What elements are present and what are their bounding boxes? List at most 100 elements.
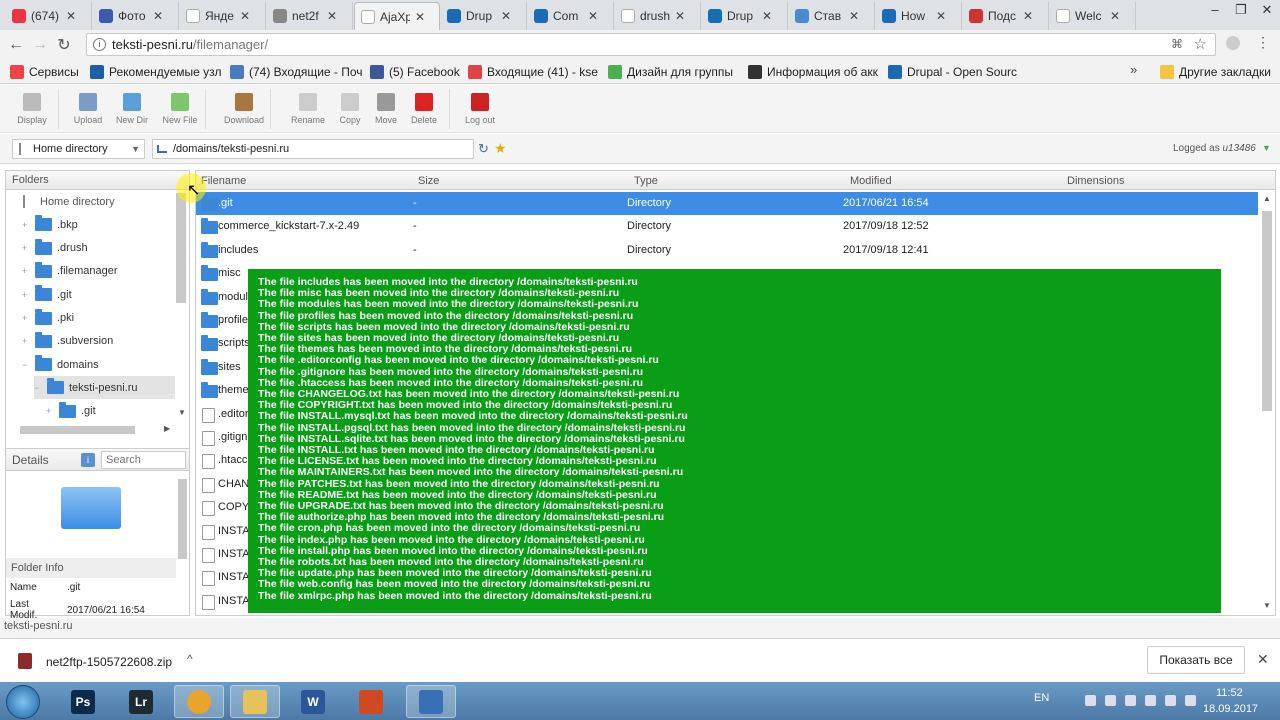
file-row[interactable]: includes - Directory 2017/09/18 12:41 <box>196 239 1258 262</box>
details-scrollbar[interactable] <box>178 479 187 559</box>
scroll-right-icon[interactable]: ▶ <box>164 424 170 433</box>
path-input[interactable]: /domains/teksti-pesni.ru <box>152 139 474 159</box>
tree-expander-icon[interactable]: + <box>22 290 30 300</box>
tab-close-icon[interactable]: ✕ <box>415 10 425 24</box>
bookmarks-overflow-icon[interactable]: » <box>1130 62 1137 77</box>
reload-icon[interactable]: ↻ <box>52 35 76 55</box>
star-icon[interactable]: ☆ <box>1194 35 1207 53</box>
browser-tab[interactable]: Фото ✕ <box>93 2 179 30</box>
close-downloads-icon[interactable]: ✕ <box>1257 651 1269 668</box>
tree-expander-icon[interactable]: + <box>22 266 30 276</box>
clock-date[interactable]: 18.09.2017 <box>1203 703 1258 715</box>
tree-item[interactable]: Home directory <box>10 190 115 213</box>
refresh-icon[interactable]: ↻ <box>478 141 489 157</box>
browser-tab[interactable]: Янде ✕ <box>180 2 266 30</box>
tree-expander-icon[interactable]: + <box>22 336 30 346</box>
address-bar[interactable]: i teksti-pesni.ru/filemanager/ ⌘ ☆ <box>86 33 1216 56</box>
tab-close-icon[interactable]: ✕ <box>936 9 946 23</box>
download-filename[interactable]: net2ftp-1505722608.zip <box>46 655 172 669</box>
search-input[interactable] <box>101 451 186 469</box>
bookmark-item[interactable]: Дизайн для группы <box>608 63 733 80</box>
taskbar-app[interactable]: W <box>288 685 338 718</box>
forward-icon[interactable]: → <box>28 36 52 54</box>
toolbar-new-file-button[interactable]: New File <box>156 93 204 125</box>
extension-icon[interactable] <box>1226 36 1240 50</box>
tray-icon[interactable] <box>1185 695 1196 706</box>
browser-tab[interactable]: drush ✕ <box>615 2 701 30</box>
info-badge-icon[interactable]: i <box>81 453 95 467</box>
browser-tab[interactable]: Drup ✕ <box>702 2 788 30</box>
tab-close-icon[interactable]: ✕ <box>501 9 511 23</box>
column-header-modified[interactable]: Modified <box>850 171 892 190</box>
browser-tab[interactable]: How ✕ <box>876 2 962 30</box>
column-header-type[interactable]: Type <box>634 171 658 190</box>
clock-time[interactable]: 11:52 <box>1216 687 1243 699</box>
taskbar-app[interactable] <box>346 685 396 718</box>
show-all-button[interactable]: Показать все <box>1147 646 1245 674</box>
tree-expander-icon[interactable]: + <box>22 243 30 253</box>
toolbar-log-out-button[interactable]: Log out <box>456 93 504 125</box>
taskbar-app[interactable] <box>406 685 456 718</box>
back-icon[interactable]: ← <box>4 36 28 54</box>
tab-close-icon[interactable]: ✕ <box>762 9 772 23</box>
tree-expander-icon[interactable]: + <box>46 406 54 416</box>
toolbar-download-button[interactable]: Download <box>220 93 268 125</box>
toolbar-new-dir-button[interactable]: New Dir <box>108 93 156 125</box>
tree-item[interactable]: + .subversion <box>22 330 113 353</box>
toolbar-upload-button[interactable]: Upload <box>64 93 112 125</box>
translate-icon[interactable]: ⌘ <box>1171 37 1183 51</box>
tab-close-icon[interactable]: ✕ <box>240 9 250 23</box>
taskbar-app[interactable]: Lr <box>116 685 166 718</box>
tree-item[interactable]: − domains <box>22 353 99 376</box>
bookmark-item[interactable]: Другие закладки <box>1160 63 1271 80</box>
tree-hscrollbar[interactable] <box>20 426 135 434</box>
tree-item[interactable]: − teksti-pesni.ru <box>34 376 175 400</box>
toolbar-delete-button[interactable]: Delete <box>400 93 448 125</box>
tree-expander-icon[interactable]: + <box>22 220 30 230</box>
bookmark-item[interactable]: Входящие (41) - kse <box>468 63 598 80</box>
maximize-icon[interactable]: ❐ <box>1228 0 1254 22</box>
list-scroll-up-icon[interactable]: ▲ <box>1263 194 1271 203</box>
browser-tab[interactable]: Подс ✕ <box>963 2 1049 30</box>
tree-item[interactable]: + .pki <box>22 307 74 330</box>
info-icon[interactable]: i <box>93 38 106 51</box>
list-scroll-down-icon[interactable]: ▼ <box>1263 601 1271 610</box>
tray-icon[interactable] <box>1085 695 1096 706</box>
file-row[interactable]: .git - Directory 2017/06/21 16:54 <box>196 192 1258 215</box>
bookmark-item[interactable]: Рекомендуемые узл <box>90 63 222 80</box>
tab-close-icon[interactable]: ✕ <box>66 9 76 23</box>
tab-close-icon[interactable]: ✕ <box>675 9 685 23</box>
tree-item[interactable]: + .git <box>46 400 96 423</box>
tab-close-icon[interactable]: ✕ <box>327 9 337 23</box>
tray-icon[interactable] <box>1105 695 1116 706</box>
browser-tab[interactable]: Drup ✕ <box>441 2 527 30</box>
taskbar-app[interactable]: Ps <box>58 685 108 718</box>
tree-item[interactable]: + .git <box>22 283 72 306</box>
repository-select[interactable]: Home directory ▼ <box>12 139 145 159</box>
tree-expander-icon[interactable]: − <box>34 383 42 393</box>
bookmark-item[interactable]: Drupal - Open Sourc <box>888 63 1017 80</box>
taskbar-app[interactable] <box>230 685 280 718</box>
bookmark-item[interactable]: Информация об акк <box>748 63 878 80</box>
column-header-size[interactable]: Size <box>418 171 439 190</box>
bookmark-star-icon[interactable]: ★ <box>494 140 507 157</box>
tree-expander-icon[interactable]: + <box>22 313 30 323</box>
taskbar-app[interactable] <box>174 685 224 718</box>
bookmark-item[interactable]: (5) Facebook <box>370 63 460 80</box>
browser-tab[interactable]: Став ✕ <box>789 2 875 30</box>
bookmark-item[interactable]: (74) Входящие - Поч <box>230 63 363 80</box>
browser-tab[interactable]: Welc ✕ <box>1050 2 1136 30</box>
tree-scrollbar[interactable] <box>176 193 186 303</box>
close-icon[interactable]: ✕ <box>1254 0 1280 22</box>
browser-tab[interactable]: (674) ✕ <box>6 2 92 30</box>
start-button[interactable] <box>6 685 40 719</box>
tree-expander-icon[interactable]: − <box>22 360 30 370</box>
download-menu-icon[interactable]: ^ <box>187 652 193 666</box>
column-header-dimensions[interactable]: Dimensions <box>1067 171 1124 190</box>
minimize-icon[interactable]: – <box>1202 0 1228 22</box>
tab-close-icon[interactable]: ✕ <box>1023 9 1033 23</box>
tab-close-icon[interactable]: ✕ <box>153 9 163 23</box>
tree-item[interactable]: + .filemanager <box>22 260 118 283</box>
toolbar-display-button[interactable]: Display <box>8 93 56 125</box>
browser-tab[interactable]: Com ✕ <box>528 2 614 30</box>
